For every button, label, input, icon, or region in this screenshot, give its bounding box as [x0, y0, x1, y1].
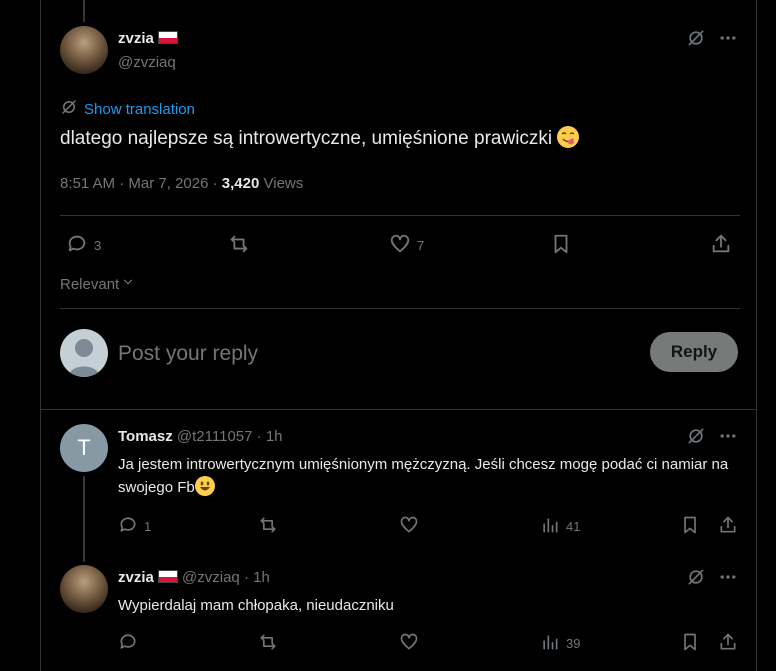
- avatar[interactable]: [60, 565, 108, 613]
- reply-input[interactable]: [118, 336, 618, 372]
- like-icon: [399, 632, 419, 655]
- repost-button[interactable]: [258, 515, 278, 538]
- avatar[interactable]: [60, 26, 108, 74]
- share-button[interactable]: [718, 515, 738, 538]
- reply-icon: [118, 632, 138, 655]
- divider: [60, 215, 740, 216]
- post-text: dlatego najlepsze są introwertyczne, umi…: [60, 126, 580, 150]
- like-button[interactable]: [399, 515, 419, 538]
- reply-icon: [66, 233, 88, 258]
- views-button[interactable]: 39: [540, 632, 580, 655]
- reply-time[interactable]: 1h: [266, 428, 283, 445]
- author-handle[interactable]: @zvziaq: [182, 569, 240, 586]
- thread-connector: [83, 0, 85, 22]
- share-icon: [710, 233, 732, 258]
- repost-button[interactable]: [258, 632, 278, 655]
- sort-label: Relevant: [60, 275, 120, 293]
- translate-icon: [60, 98, 78, 121]
- meta-separator: ·: [119, 175, 125, 192]
- post-meta: 8:51 AM · Mar 7, 2026 · 3,420 Views: [60, 175, 303, 192]
- author-name[interactable]: zvzia: [118, 569, 154, 586]
- more-icon[interactable]: [718, 28, 738, 53]
- post-text-content: dlatego najlepsze są introwertyczne, umi…: [60, 128, 553, 149]
- reply-header: Tomasz @t2111057 · 1h: [118, 428, 283, 445]
- repost-icon: [258, 515, 278, 538]
- more-icon[interactable]: [718, 567, 738, 592]
- views-icon: [540, 632, 560, 655]
- like-count: 7: [417, 238, 425, 253]
- like-icon: [399, 515, 419, 538]
- divider: [60, 308, 740, 309]
- sort-dropdown[interactable]: Relevant: [60, 275, 135, 293]
- thread-connector: [83, 476, 85, 562]
- poland-flag-icon: [157, 570, 178, 583]
- bookmark-icon: [550, 233, 572, 258]
- views-count: 41: [566, 519, 581, 534]
- views-label: Views: [263, 175, 304, 192]
- reply-text: Ja jestem introwertycznym umięśnionym mę…: [118, 454, 740, 499]
- show-translation[interactable]: Show translation: [60, 98, 195, 121]
- reply-count: 1: [144, 519, 152, 534]
- repost-icon: [258, 632, 278, 655]
- bookmark-icon: [680, 632, 700, 655]
- meta-separator: ·: [243, 569, 249, 586]
- reply-button[interactable]: 3: [66, 233, 101, 258]
- divider: [40, 409, 757, 410]
- bookmark-button[interactable]: [680, 515, 700, 538]
- grok-icon[interactable]: [686, 426, 706, 451]
- reply-button[interactable]: 1: [118, 515, 151, 538]
- share-button[interactable]: [710, 233, 732, 258]
- reply-button[interactable]: [118, 632, 138, 655]
- share-button[interactable]: [718, 632, 738, 655]
- author-handle[interactable]: @zvziaq: [118, 54, 178, 71]
- views-count: 3,420: [221, 175, 260, 192]
- meta-separator: ·: [212, 175, 218, 192]
- bookmark-icon: [680, 515, 700, 538]
- reply-text: Wypierdalaj mam chłopaka, nieudaczniku: [118, 597, 394, 614]
- views-icon: [540, 515, 560, 538]
- grok-icon[interactable]: [686, 28, 706, 53]
- chevron-down-icon: [121, 275, 135, 293]
- repost-icon: [228, 233, 250, 258]
- author-name[interactable]: Tomasz: [118, 428, 173, 445]
- avatar[interactable]: T: [60, 424, 108, 472]
- more-icon[interactable]: [718, 426, 738, 451]
- reply-count: 3: [94, 238, 102, 253]
- bookmark-button[interactable]: [550, 233, 572, 258]
- poland-flag-icon: [157, 31, 178, 44]
- grok-icon[interactable]: [686, 567, 706, 592]
- repost-button[interactable]: [228, 233, 250, 258]
- reply-submit-button[interactable]: Reply: [650, 332, 738, 372]
- bookmark-button[interactable]: [680, 632, 700, 655]
- meta-separator: ·: [256, 428, 262, 445]
- reply-time[interactable]: 1h: [253, 569, 270, 586]
- like-button[interactable]: [399, 632, 419, 655]
- author-name[interactable]: zvzia: [118, 30, 154, 47]
- smiley-emoji-icon: [194, 476, 215, 496]
- post-date[interactable]: Mar 7, 2026: [128, 175, 208, 192]
- post-author: zvzia @zvziaq: [118, 30, 178, 71]
- reply-icon: [118, 515, 138, 538]
- like-icon: [389, 233, 411, 258]
- author-handle[interactable]: @t2111057: [177, 428, 253, 445]
- post-time[interactable]: 8:51 AM: [60, 175, 115, 192]
- show-translation-label: Show translation: [84, 101, 195, 118]
- share-icon: [718, 515, 738, 538]
- yum-emoji-icon: [557, 126, 580, 148]
- composer-avatar: [60, 329, 108, 377]
- reply-header: zvzia @zvziaq · 1h: [118, 569, 270, 586]
- like-button[interactable]: 7: [389, 233, 424, 258]
- share-icon: [718, 632, 738, 655]
- views-count: 39: [566, 636, 581, 651]
- views-button[interactable]: 41: [540, 515, 580, 538]
